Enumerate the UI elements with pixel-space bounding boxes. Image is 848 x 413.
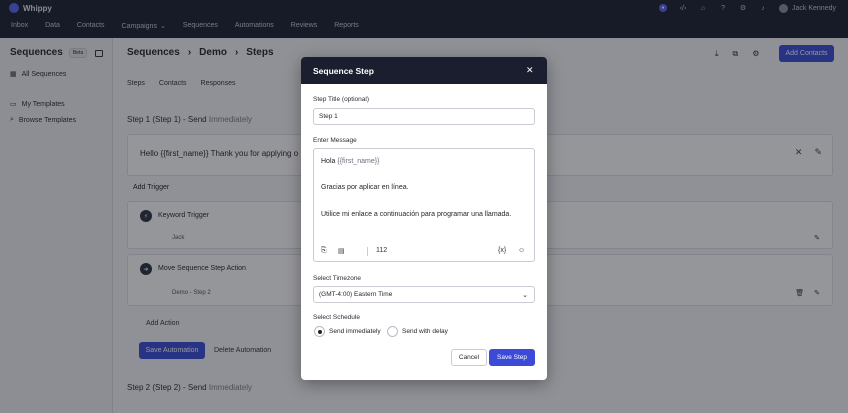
- timezone-value: (GMT-4:00) Eastern Time: [319, 291, 393, 298]
- modal-header: Sequence Step ✕: [301, 57, 547, 84]
- save-step-button[interactable]: Save Step: [489, 349, 535, 366]
- close-icon[interactable]: ✕: [526, 65, 534, 76]
- message-label: Enter Message: [313, 137, 357, 144]
- send-immediately-label[interactable]: Send immediately: [329, 328, 381, 335]
- message-line-2: Gracias por aplicar en línea.: [321, 184, 409, 191]
- schedule-label: Select Schedule: [313, 314, 360, 321]
- attachment-icon[interactable]: ⎘: [321, 247, 327, 255]
- emoji-icon[interactable]: ☺: [518, 247, 525, 254]
- cancel-button[interactable]: Cancel: [451, 349, 487, 366]
- template-icon[interactable]: ▤: [338, 247, 345, 255]
- message-editor[interactable]: Hola {{first_name}} Gracias por aplicar …: [313, 148, 535, 262]
- send-with-delay-radio[interactable]: [387, 326, 398, 337]
- step-title-label: Step Title (optional): [313, 96, 370, 103]
- sequence-step-modal: Sequence Step ✕ Step Title (optional) St…: [301, 57, 547, 380]
- timezone-select[interactable]: (GMT-4:00) Eastern Time ⌄: [313, 286, 535, 303]
- step-title-input[interactable]: Step 1: [313, 108, 535, 125]
- character-count: 112: [376, 247, 388, 254]
- chevron-down-icon: ⌄: [522, 292, 528, 299]
- message-line-1: Hola {{first_name}}: [321, 158, 379, 165]
- modal-title: Sequence Step: [313, 66, 374, 76]
- first-name-token: {{first_name}}: [337, 158, 380, 165]
- toolbar-divider: [367, 247, 368, 256]
- message-line-1-text: Hola: [321, 158, 336, 165]
- send-immediately-radio[interactable]: [314, 326, 325, 337]
- timezone-label: Select Timezone: [313, 275, 362, 282]
- message-line-3: Utilice mi enlace a continuación para pr…: [321, 211, 512, 218]
- variable-icon[interactable]: {x}: [498, 247, 506, 254]
- send-with-delay-label[interactable]: Send with delay: [402, 328, 448, 335]
